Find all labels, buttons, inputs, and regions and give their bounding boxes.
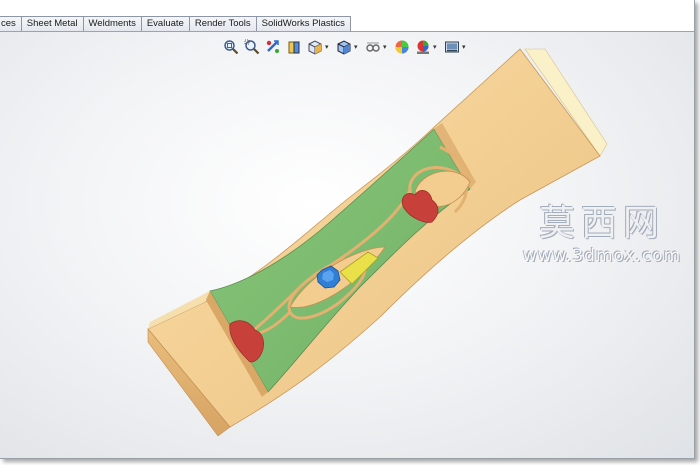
watermark: 莫西网 www.3dmox.com — [512, 203, 692, 267]
tab-render-tools[interactable]: Render Tools — [189, 16, 257, 31]
tab-evaluate[interactable]: Evaluate — [141, 16, 190, 31]
tab-features[interactable]: ces — [0, 16, 22, 31]
command-manager-tabs: ces Sheet Metal Weldments Evaluate Rende… — [0, 16, 694, 31]
graphics-area[interactable]: ▾ ▾ ▾ ▾ ▾ 莫西网 www.3dmox.com — [0, 31, 694, 458]
solidworks-window: ces Sheet Metal Weldments Evaluate Rende… — [0, 0, 695, 459]
tab-sheet-metal[interactable]: Sheet Metal — [21, 16, 84, 31]
tab-solidworks-plastics[interactable]: SolidWorks Plastics — [256, 16, 351, 31]
watermark-url: www.3dmox.com — [522, 246, 682, 266]
tab-weldments[interactable]: Weldments — [83, 16, 142, 31]
watermark-cn: 莫西网 — [538, 203, 665, 244]
